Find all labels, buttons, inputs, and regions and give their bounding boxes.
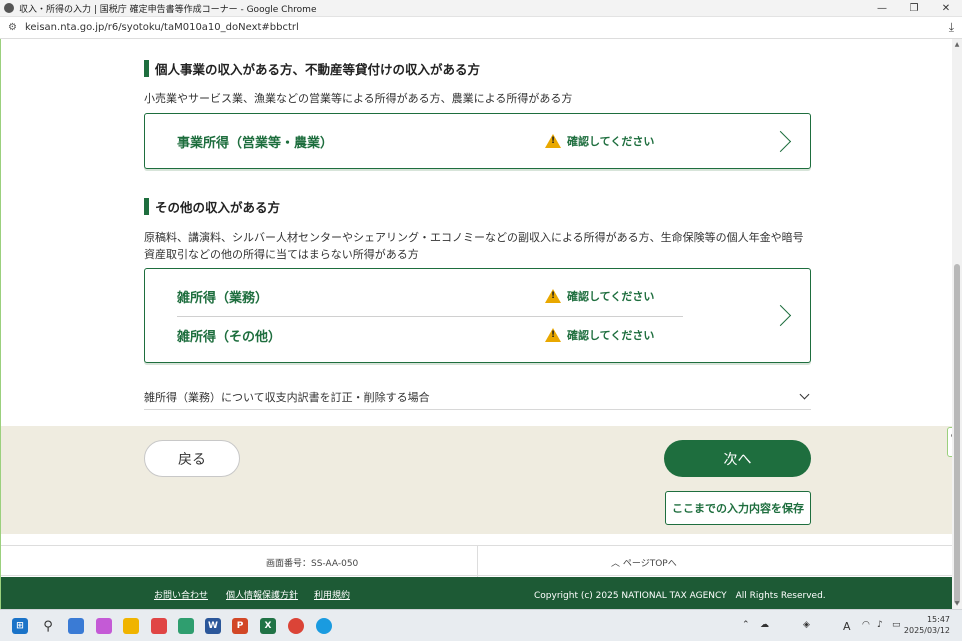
business-income-status: 確認してください — [545, 133, 654, 149]
scrollbar-thumb[interactable] — [954, 264, 960, 604]
word-icon[interactable]: W — [205, 618, 221, 634]
footer-link-privacy[interactable]: 個人情報保護方針 — [226, 588, 298, 601]
clock-time: 15:47 — [926, 615, 950, 624]
ime-indicator[interactable]: A — [843, 620, 851, 633]
clock-date: 2025/03/12 — [903, 626, 950, 635]
section-heading-business: 個人事業の収入がある方、不動産等貸付けの収入がある方 — [144, 59, 480, 78]
vertical-scrollbar[interactable]: ▲ ▼ — [952, 39, 962, 609]
status-text: 確認してください — [567, 290, 655, 303]
address-bar[interactable]: ⚙ keisan.nta.go.jp/r6/syotoku/taM010a10_… — [0, 17, 962, 39]
page-viewport: 個人事業の収入がある方、不動産等貸付けの収入がある方 小売業やサービス業、漁業な… — [0, 39, 952, 609]
file-explorer-icon[interactable] — [123, 618, 139, 634]
chevron-right-icon — [769, 130, 792, 153]
widgets-icon[interactable] — [68, 618, 84, 634]
page-info-bar: 画面番号：SS-AA-050 ︿ ページTOPへ — [1, 545, 952, 577]
restore-button[interactable]: ❐ — [898, 0, 930, 17]
misc-other-status: 確認してください — [545, 327, 654, 343]
misc-other-label: 雑所得（その他） — [177, 330, 282, 345]
footer-link-contact[interactable]: お問い合わせ — [154, 588, 208, 601]
action-bar: 戻る 次へ ここまでの入力内容を保存 — [1, 426, 952, 534]
site-info-icon[interactable]: ⚙ — [8, 22, 17, 33]
scroll-down-icon[interactable]: ▼ — [952, 600, 962, 607]
status-text: 確認してください — [567, 329, 655, 342]
section-description-business: 小売業やサービス業、漁業などの営業等による所得がある方、農業による所得がある方 — [144, 92, 573, 105]
warning-icon — [545, 289, 561, 303]
tray-chevron-icon[interactable]: ⌃ — [742, 620, 750, 630]
minimize-button[interactable]: — — [866, 0, 898, 17]
url-text[interactable]: keisan.nta.go.jp/r6/syotoku/taM010a10_do… — [25, 22, 299, 33]
app-icon[interactable] — [178, 618, 194, 634]
page-top-label: ページTOPへ — [622, 559, 677, 569]
app-icon[interactable] — [151, 618, 167, 634]
clock[interactable]: 15:47 2025/03/12 — [904, 614, 950, 636]
misc-business-label: 雑所得（業務） — [177, 291, 269, 306]
excel-icon[interactable]: X — [260, 618, 276, 634]
copilot-icon[interactable] — [96, 618, 112, 634]
accordion-label: 雑所得（業務）について収支内訳書を訂正・削除する場合 — [144, 391, 430, 404]
edge-browser-icon[interactable] — [316, 618, 332, 634]
footer-link-terms[interactable]: 利用規約 — [314, 588, 350, 601]
save-progress-button[interactable]: ここまでの入力内容を保存 — [665, 491, 811, 525]
misc-other-row[interactable]: 雑所得（その他） — [177, 326, 281, 345]
business-income-row[interactable]: 事業所得（営業等・農業） — [177, 132, 333, 151]
scroll-up-icon[interactable]: ▲ — [952, 41, 962, 48]
chevron-right-icon — [769, 304, 792, 327]
chevron-down-icon — [799, 389, 810, 400]
volume-icon[interactable]: ♪ — [877, 620, 883, 630]
misc-business-status: 確認してください — [545, 288, 654, 304]
window-title: 収入・所得の入力 | 国税庁 確定申告書等作成コーナー - Google Chr… — [19, 4, 317, 15]
chrome-icon[interactable] — [288, 618, 304, 634]
correction-accordion[interactable]: 雑所得（業務）について収支内訳書を訂正・削除する場合 — [144, 389, 811, 410]
misc-business-row[interactable]: 雑所得（業務） — [177, 287, 268, 306]
start-menu-icon[interactable]: ⊞ — [12, 618, 28, 634]
screen-number: 画面番号：SS-AA-050 — [266, 559, 359, 569]
onedrive-icon[interactable]: ☁ — [760, 620, 769, 630]
section-heading-other: その他の収入がある方 — [144, 197, 280, 216]
back-button[interactable]: 戻る — [144, 440, 240, 477]
copyright-text: Copyright (c) 2025 NATIONAL TAX AGENCY A… — [534, 591, 826, 601]
search-icon[interactable]: ⚲ — [40, 618, 56, 634]
business-income-card[interactable]: 事業所得（営業等・農業） 確認してください — [144, 113, 811, 169]
site-footer: お問い合わせ 個人情報保護方針 利用規約 Copyright (c) 2025 … — [1, 577, 952, 609]
window-titlebar: 収入・所得の入力 | 国税庁 確定申告書等作成コーナー - Google Chr… — [0, 0, 962, 17]
card-divider — [177, 316, 683, 317]
favicon-icon — [4, 3, 14, 13]
powerpoint-icon[interactable]: P — [232, 618, 248, 634]
next-button[interactable]: 次へ — [664, 440, 811, 477]
close-button[interactable]: ✕ — [930, 0, 962, 17]
info-divider — [477, 546, 478, 577]
warning-icon — [545, 134, 561, 148]
window-controls: — ❐ ✕ — [866, 0, 962, 17]
chevron-up-icon: ︿ — [611, 559, 623, 569]
download-icon[interactable]: ⤓ — [949, 20, 954, 35]
business-income-label: 事業所得（営業等・農業） — [177, 136, 334, 151]
page-top-link[interactable]: ︿ ページTOPへ — [611, 556, 677, 569]
dropbox-icon[interactable]: ◈ — [803, 620, 810, 630]
battery-icon[interactable]: ▭ — [892, 620, 901, 630]
os-taskbar: ⊞ ⚲ W P X ⌃ ☁ ◈ A ◠ ♪ ▭ 15:47 2025/03/12 — [0, 609, 962, 641]
status-text: 確認してください — [567, 135, 655, 148]
warning-icon — [545, 328, 561, 342]
misc-income-card[interactable]: 雑所得（業務） 確認してください 雑所得（その他） 確認してください — [144, 268, 811, 363]
wifi-icon[interactable]: ◠ — [862, 620, 870, 630]
section-description-other: 原稿料、講演料、シルバー人材センターやシェアリング・エコノミーなどの副収入による… — [144, 231, 804, 261]
